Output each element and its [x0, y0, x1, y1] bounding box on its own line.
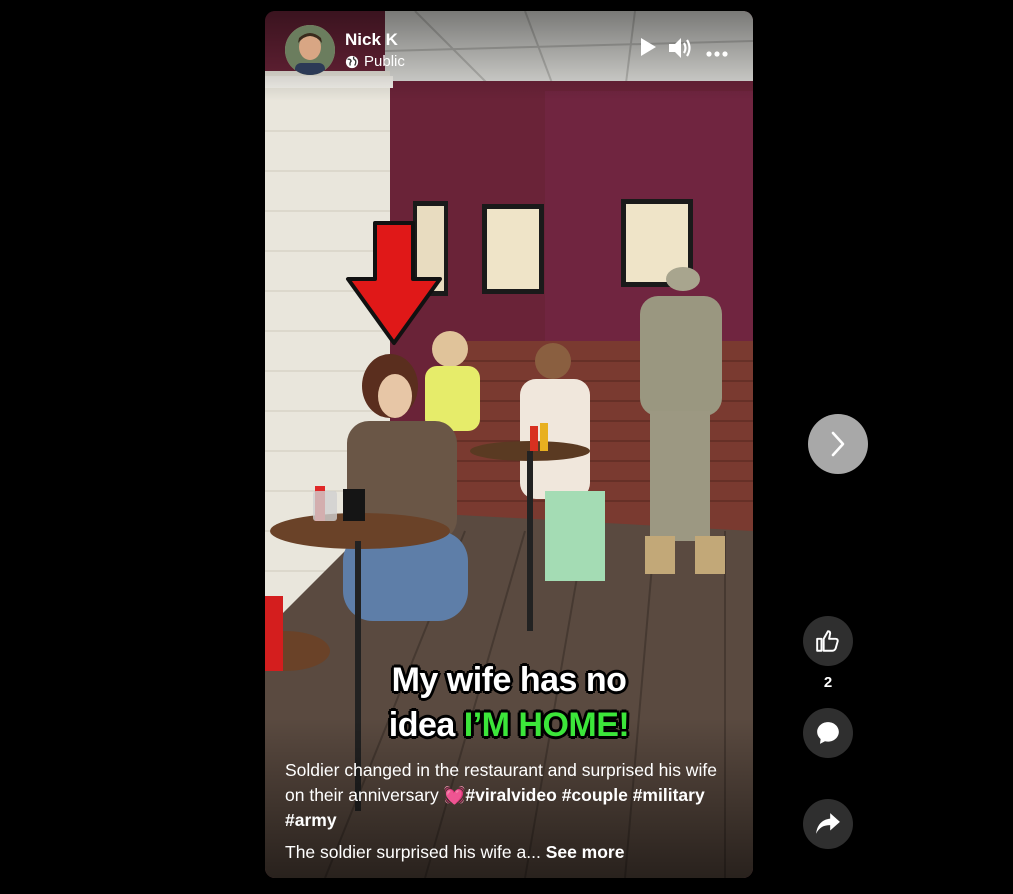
video-player[interactable]: Nick K Public My wife has no idea I’M HO…	[265, 11, 753, 878]
caption-highlight-text: I’M HOME!	[463, 706, 630, 744]
globe-icon	[345, 55, 359, 68]
video-caption-line1: My wife has no	[391, 661, 627, 699]
comment-icon	[817, 722, 839, 744]
author-avatar[interactable]	[285, 25, 335, 75]
caption-plain-text: idea	[388, 706, 464, 744]
hashtag[interactable]: #couple	[562, 785, 628, 805]
privacy-label: Public	[364, 53, 405, 70]
thumbs-up-icon	[816, 630, 839, 652]
subtitle-text: The soldier surprised his wife a...	[285, 842, 541, 862]
next-video-button[interactable]	[808, 414, 868, 474]
video-subtitle: The soldier surprised his wife a... See …	[285, 842, 624, 863]
video-caption-line2: idea I’M HOME!	[265, 706, 753, 745]
hashtag[interactable]: #viralvideo	[465, 785, 556, 805]
comment-button[interactable]	[803, 708, 853, 758]
more-icon	[706, 51, 728, 57]
more-options-button[interactable]	[706, 44, 728, 62]
heart-emoji: 💓	[443, 785, 466, 805]
hashtag[interactable]: #military	[633, 785, 705, 805]
volume-icon	[669, 38, 691, 58]
chevron-right-icon	[831, 431, 845, 457]
volume-button[interactable]	[668, 37, 694, 64]
share-icon	[816, 813, 840, 834]
post-description: Soldier changed in the restaurant and su…	[285, 758, 725, 833]
like-button[interactable]	[803, 616, 853, 666]
privacy-indicator: Public	[345, 53, 405, 70]
see-more-link[interactable]: See more	[546, 842, 625, 862]
share-button[interactable]	[803, 799, 853, 849]
hashtag[interactable]: #army	[285, 810, 337, 830]
like-count: 2	[823, 674, 833, 691]
play-button[interactable]	[639, 37, 657, 62]
author-name[interactable]: Nick K	[345, 30, 398, 50]
play-icon	[641, 38, 656, 56]
